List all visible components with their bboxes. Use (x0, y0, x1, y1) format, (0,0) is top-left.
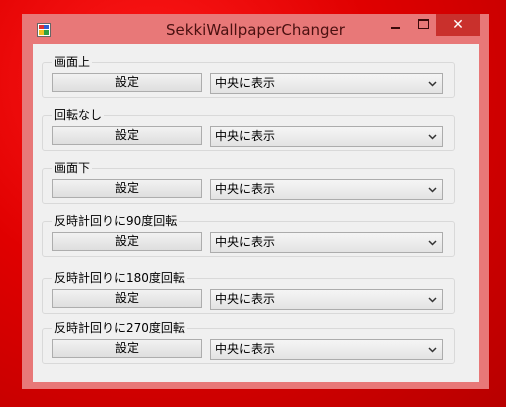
display-mode-select[interactable]: 中央に表示 (210, 232, 443, 253)
close-icon: ✕ (452, 17, 464, 33)
maximize-icon (417, 19, 429, 29)
select-value: 中央に表示 (215, 76, 276, 90)
group-label: 回転なし (52, 107, 105, 123)
minimize-button[interactable] (382, 14, 408, 36)
client-area: 画面上 設定 中央に表示 回転なし 設定 中央に表示 画面下 設定 中央に表示 (33, 44, 479, 382)
group-no-rotation: 回転なし 設定 中央に表示 (42, 107, 455, 151)
group-rotate-90: 反時計回りに90度回転 設定 中央に表示 (42, 213, 455, 257)
maximize-button[interactable] (410, 14, 436, 36)
select-value: 中央に表示 (215, 342, 276, 356)
group-rotate-270: 反時計回りに270度回転 設定 中央に表示 (42, 320, 455, 364)
settings-button[interactable]: 設定 (52, 232, 202, 251)
select-value: 中央に表示 (215, 182, 276, 196)
settings-button[interactable]: 設定 (52, 73, 202, 92)
group-bottom: 画面下 設定 中央に表示 (42, 160, 455, 204)
group-top: 画面上 設定 中央に表示 (42, 54, 455, 98)
chevron-down-icon (428, 240, 437, 246)
settings-button[interactable]: 設定 (52, 126, 202, 145)
select-value: 中央に表示 (215, 235, 276, 249)
display-mode-select[interactable]: 中央に表示 (210, 289, 443, 310)
chevron-down-icon (428, 81, 437, 87)
title-bar[interactable]: SekkiWallpaperChanger ✕ (22, 14, 489, 40)
settings-button[interactable]: 設定 (52, 339, 202, 358)
display-mode-select[interactable]: 中央に表示 (210, 126, 443, 147)
group-label: 画面下 (52, 160, 93, 176)
display-mode-select[interactable]: 中央に表示 (210, 339, 443, 360)
chevron-down-icon (428, 297, 437, 303)
group-rotate-180: 反時計回りに180度回転 設定 中央に表示 (42, 270, 455, 314)
chevron-down-icon (428, 187, 437, 193)
chevron-down-icon (428, 347, 437, 353)
close-button[interactable]: ✕ (436, 14, 480, 36)
display-mode-select[interactable]: 中央に表示 (210, 179, 443, 200)
settings-button[interactable]: 設定 (52, 179, 202, 198)
group-label: 反時計回りに180度回転 (52, 270, 187, 286)
group-label: 画面上 (52, 54, 93, 70)
settings-button[interactable]: 設定 (52, 289, 202, 308)
group-label: 反時計回りに270度回転 (52, 320, 187, 336)
select-value: 中央に表示 (215, 292, 276, 306)
chevron-down-icon (428, 134, 437, 140)
group-label: 反時計回りに90度回転 (52, 213, 180, 229)
minimize-icon (390, 27, 400, 29)
select-value: 中央に表示 (215, 129, 276, 143)
main-window: SekkiWallpaperChanger ✕ 画面上 設定 中央に表示 回転な… (22, 14, 489, 389)
display-mode-select[interactable]: 中央に表示 (210, 73, 443, 94)
